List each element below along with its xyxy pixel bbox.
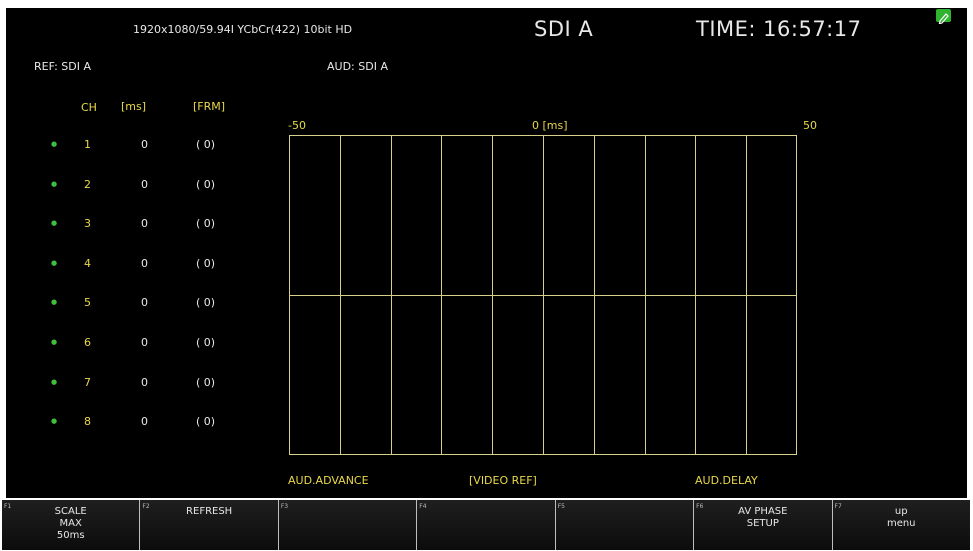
channel-number: 3: [84, 217, 91, 230]
channel-frm-value: ( 0): [196, 178, 216, 191]
function-key-5[interactable]: F5: [555, 500, 694, 550]
channel-frm-value: ( 0): [196, 415, 216, 428]
ref-source: REF: SDI A: [34, 60, 91, 73]
function-key-label: 50ms: [56, 530, 85, 541]
function-key-2[interactable]: F2 REFRESH: [140, 500, 278, 550]
time-display: TIME: 16:57:17: [696, 17, 862, 41]
status-dot-icon: ●: [51, 140, 58, 148]
function-key-number: F2: [142, 503, 150, 510]
function-key-1[interactable]: F1 SCALE MAX 50ms: [2, 500, 140, 550]
column-header-ms: [ms]: [121, 100, 147, 113]
channel-frm-value: ( 0): [196, 217, 216, 230]
status-dot-icon: ●: [51, 298, 58, 306]
column-header-frm: [FRM]: [193, 100, 226, 113]
status-dot-icon: ●: [51, 259, 58, 267]
channel-number: 8: [84, 415, 91, 428]
status-dot-icon: ●: [51, 417, 58, 425]
aud-advance-label: AUD.ADVANCE: [288, 474, 369, 487]
pencil-icon[interactable]: [936, 9, 951, 25]
channel-number: 2: [84, 178, 91, 191]
function-key-4[interactable]: F4: [417, 500, 555, 550]
status-dot-icon: ●: [51, 180, 58, 188]
function-key-label: up: [894, 506, 908, 517]
channel-frm-value: ( 0): [196, 296, 216, 309]
function-key-label: AV PHASE: [738, 506, 788, 517]
waveform-screen: 1920x1080/59.94I YCbCr(422) 10bit HD SDI…: [6, 8, 967, 498]
function-key-label: menu: [886, 518, 916, 529]
function-key-number: F4: [419, 503, 427, 510]
aud-delay-label: AUD.DELAY: [695, 474, 758, 487]
channel-ms-value: 0: [141, 336, 148, 349]
scale-center-label: 0 [ms]: [532, 119, 568, 132]
channel-ms-value: 0: [141, 376, 148, 389]
channel-ms-value: 0: [141, 296, 148, 309]
channel-ms-value: 0: [141, 257, 148, 270]
function-key-bar: F1 SCALE MAX 50ms F2 REFRESH F3 F4 F5 F6 AV PHASE S…: [2, 500, 970, 550]
function-key-number: F5: [557, 503, 565, 510]
channel-frm-value: ( 0): [196, 257, 216, 270]
pencil-icon-glyph: [938, 13, 949, 25]
channel-frm-value: ( 0): [196, 336, 216, 349]
channel-number: 7: [84, 376, 91, 389]
channel-number: 5: [84, 296, 91, 309]
status-dot-icon: ●: [51, 378, 58, 386]
aud-source: AUD: SDI A: [327, 60, 388, 73]
function-key-label: SCALE: [54, 506, 87, 517]
scale-right-label: 50: [803, 119, 817, 132]
channel-number: 4: [84, 257, 91, 270]
function-key-number: F6: [696, 503, 704, 510]
channel-frm-value: ( 0): [196, 376, 216, 389]
status-dot-icon: ●: [51, 338, 58, 346]
input-name: SDI A: [534, 17, 594, 41]
function-key-6[interactable]: F6 AV PHASE SETUP: [694, 500, 832, 550]
function-key-number: F1: [4, 503, 12, 510]
channel-ms-value: 0: [141, 138, 148, 151]
channel-number: 1: [84, 138, 91, 151]
channel-number: 6: [84, 336, 91, 349]
video-ref-label: [VIDEO REF]: [469, 474, 537, 487]
channel-ms-value: 0: [141, 178, 148, 191]
signal-format: 1920x1080/59.94I YCbCr(422) 10bit HD: [133, 23, 353, 36]
scale-left-label: -50: [288, 119, 306, 132]
function-key-label: REFRESH: [186, 506, 233, 517]
function-key-label: SETUP: [746, 518, 779, 529]
column-header-ch: CH: [81, 101, 97, 114]
channel-frm-value: ( 0): [196, 138, 216, 151]
function-key-3[interactable]: F3: [278, 500, 417, 550]
phase-graticule: [289, 135, 797, 455]
status-dot-icon: ●: [51, 219, 58, 227]
function-key-7[interactable]: F7 up menu: [832, 500, 970, 550]
channel-ms-value: 0: [141, 415, 148, 428]
channel-ms-value: 0: [141, 217, 148, 230]
function-key-number: F7: [834, 503, 842, 510]
function-key-number: F3: [280, 503, 289, 510]
function-key-label: MAX: [59, 518, 82, 529]
